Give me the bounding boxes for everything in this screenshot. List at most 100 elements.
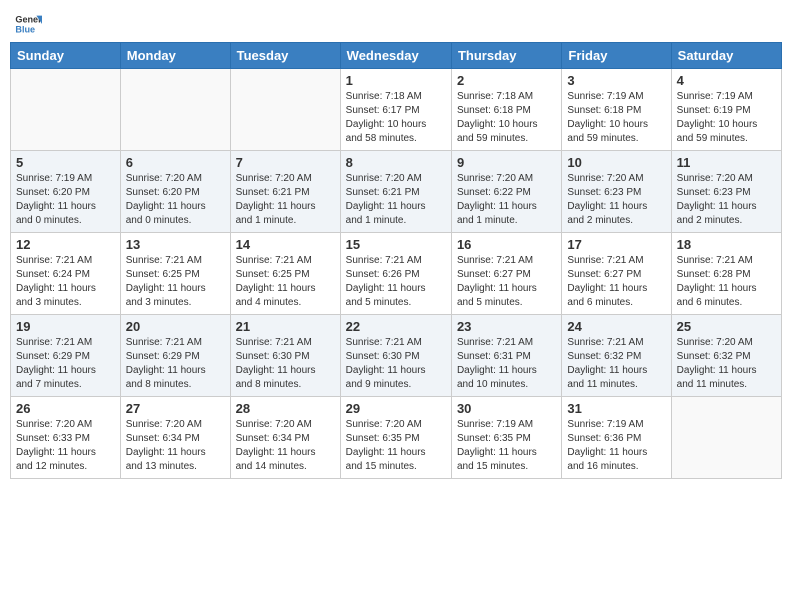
day-info: Sunrise: 7:21 AM Sunset: 6:25 PM Dayligh… (126, 254, 225, 310)
calendar-cell: 10 Sunrise: 7:20 AM Sunset: 6:23 PM Dayli… (562, 151, 671, 233)
calendar-cell: 31Sunrise: 7:19 AM Sunset: 6:36 PM Dayli… (562, 397, 671, 479)
day-info: Sunrise: 7:19 AM Sunset: 6:18 PM Dayligh… (567, 90, 665, 146)
day-number: 21 (236, 319, 335, 334)
day-info: Sunrise: 7:21 AM Sunset: 6:28 PM Dayligh… (677, 254, 776, 310)
day-info: Sunrise: 7:21 AM Sunset: 6:29 PM Dayligh… (16, 336, 115, 392)
calendar-week-row: 5 Sunrise: 7:19 AM Sunset: 6:20 PM Daylig… (11, 151, 782, 233)
day-number: 26 (16, 401, 115, 416)
calendar-cell: 30Sunrise: 7:19 AM Sunset: 6:35 PM Dayli… (451, 397, 561, 479)
day-number: 20 (126, 319, 225, 334)
day-info: Sunrise: 7:18 AM Sunset: 6:18 PM Dayligh… (457, 90, 556, 146)
day-number: 6 (126, 155, 225, 170)
day-of-week-header: Thursday (451, 43, 561, 69)
calendar-table: SundayMondayTuesdayWednesdayThursdayFrid… (10, 42, 782, 479)
calendar-cell: 27 Sunrise: 7:20 AM Sunset: 6:34 PM Dayli… (120, 397, 230, 479)
day-info: Sunrise: 7:21 AM Sunset: 6:32 PM Dayligh… (567, 336, 665, 392)
day-info: Sunrise: 7:20 AM Sunset: 6:21 PM Dayligh… (236, 172, 335, 228)
calendar-cell: 18 Sunrise: 7:21 AM Sunset: 6:28 PM Dayli… (671, 233, 781, 315)
calendar-cell: 9 Sunrise: 7:20 AM Sunset: 6:22 PM Daylig… (451, 151, 561, 233)
day-number: 4 (677, 73, 776, 88)
day-number: 11 (677, 155, 776, 170)
calendar-cell: 25Sunrise: 7:20 AM Sunset: 6:32 PM Dayli… (671, 315, 781, 397)
day-of-week-header: Friday (562, 43, 671, 69)
calendar-cell: 28 Sunrise: 7:20 AM Sunset: 6:34 PM Dayli… (230, 397, 340, 479)
calendar-cell: 11 Sunrise: 7:20 AM Sunset: 6:23 PM Dayli… (671, 151, 781, 233)
day-info: Sunrise: 7:19 AM Sunset: 6:19 PM Dayligh… (677, 90, 776, 146)
day-number: 29 (346, 401, 446, 416)
day-info: Sunrise: 7:20 AM Sunset: 6:23 PM Dayligh… (567, 172, 665, 228)
calendar-cell: 24 Sunrise: 7:21 AM Sunset: 6:32 PM Dayli… (562, 315, 671, 397)
calendar-cell: 19 Sunrise: 7:21 AM Sunset: 6:29 PM Dayli… (11, 315, 121, 397)
day-info: Sunrise: 7:21 AM Sunset: 6:26 PM Dayligh… (346, 254, 446, 310)
day-number: 27 (126, 401, 225, 416)
day-number: 10 (567, 155, 665, 170)
svg-text:Blue: Blue (15, 24, 35, 34)
calendar-cell (11, 69, 121, 151)
day-info: Sunrise: 7:21 AM Sunset: 6:27 PM Dayligh… (567, 254, 665, 310)
day-of-week-header: Tuesday (230, 43, 340, 69)
day-of-week-header: Saturday (671, 43, 781, 69)
calendar-week-row: 1Sunrise: 7:18 AM Sunset: 6:17 PM Daylig… (11, 69, 782, 151)
calendar-cell: 1Sunrise: 7:18 AM Sunset: 6:17 PM Daylig… (340, 69, 451, 151)
calendar-cell: 2 Sunrise: 7:18 AM Sunset: 6:18 PM Daylig… (451, 69, 561, 151)
day-number: 13 (126, 237, 225, 252)
calendar-cell (671, 397, 781, 479)
day-info: Sunrise: 7:20 AM Sunset: 6:34 PM Dayligh… (236, 418, 335, 474)
day-info: Sunrise: 7:21 AM Sunset: 6:30 PM Dayligh… (236, 336, 335, 392)
day-number: 5 (16, 155, 115, 170)
day-number: 28 (236, 401, 335, 416)
logo: General Blue (14, 10, 42, 38)
day-number: 7 (236, 155, 335, 170)
day-number: 16 (457, 237, 556, 252)
day-number: 12 (16, 237, 115, 252)
day-info: Sunrise: 7:21 AM Sunset: 6:25 PM Dayligh… (236, 254, 335, 310)
day-info: Sunrise: 7:21 AM Sunset: 6:31 PM Dayligh… (457, 336, 556, 392)
day-info: Sunrise: 7:20 AM Sunset: 6:32 PM Dayligh… (677, 336, 776, 392)
calendar-header-row: SundayMondayTuesdayWednesdayThursdayFrid… (11, 43, 782, 69)
calendar-cell: 29Sunrise: 7:20 AM Sunset: 6:35 PM Dayli… (340, 397, 451, 479)
calendar-week-row: 12 Sunrise: 7:21 AM Sunset: 6:24 PM Dayli… (11, 233, 782, 315)
day-number: 9 (457, 155, 556, 170)
day-info: Sunrise: 7:21 AM Sunset: 6:24 PM Dayligh… (16, 254, 115, 310)
day-number: 23 (457, 319, 556, 334)
day-number: 8 (346, 155, 446, 170)
calendar-cell: 16 Sunrise: 7:21 AM Sunset: 6:27 PM Dayli… (451, 233, 561, 315)
page-header: General Blue (10, 10, 782, 38)
day-number: 18 (677, 237, 776, 252)
day-info: Sunrise: 7:20 AM Sunset: 6:20 PM Dayligh… (126, 172, 225, 228)
day-number: 24 (567, 319, 665, 334)
day-info: Sunrise: 7:19 AM Sunset: 6:35 PM Dayligh… (457, 418, 556, 474)
calendar-week-row: 19 Sunrise: 7:21 AM Sunset: 6:29 PM Dayli… (11, 315, 782, 397)
day-info: Sunrise: 7:20 AM Sunset: 6:23 PM Dayligh… (677, 172, 776, 228)
calendar-cell: 12 Sunrise: 7:21 AM Sunset: 6:24 PM Dayli… (11, 233, 121, 315)
calendar-cell: 5 Sunrise: 7:19 AM Sunset: 6:20 PM Daylig… (11, 151, 121, 233)
calendar-cell: 6 Sunrise: 7:20 AM Sunset: 6:20 PM Daylig… (120, 151, 230, 233)
calendar-cell: 23 Sunrise: 7:21 AM Sunset: 6:31 PM Dayli… (451, 315, 561, 397)
day-info: Sunrise: 7:21 AM Sunset: 6:29 PM Dayligh… (126, 336, 225, 392)
day-info: Sunrise: 7:19 AM Sunset: 6:20 PM Dayligh… (16, 172, 115, 228)
day-info: Sunrise: 7:18 AM Sunset: 6:17 PM Dayligh… (346, 90, 446, 146)
day-info: Sunrise: 7:20 AM Sunset: 6:21 PM Dayligh… (346, 172, 446, 228)
day-of-week-header: Monday (120, 43, 230, 69)
day-info: Sunrise: 7:21 AM Sunset: 6:27 PM Dayligh… (457, 254, 556, 310)
day-number: 31 (567, 401, 665, 416)
day-number: 17 (567, 237, 665, 252)
calendar-cell (120, 69, 230, 151)
calendar-cell: 21 Sunrise: 7:21 AM Sunset: 6:30 PM Dayli… (230, 315, 340, 397)
day-info: Sunrise: 7:20 AM Sunset: 6:33 PM Dayligh… (16, 418, 115, 474)
calendar-cell: 14 Sunrise: 7:21 AM Sunset: 6:25 PM Dayli… (230, 233, 340, 315)
calendar-cell: 20 Sunrise: 7:21 AM Sunset: 6:29 PM Dayli… (120, 315, 230, 397)
day-number: 19 (16, 319, 115, 334)
day-info: Sunrise: 7:20 AM Sunset: 6:34 PM Dayligh… (126, 418, 225, 474)
calendar-cell: 4 Sunrise: 7:19 AM Sunset: 6:19 PM Daylig… (671, 69, 781, 151)
day-number: 22 (346, 319, 446, 334)
calendar-cell: 13 Sunrise: 7:21 AM Sunset: 6:25 PM Dayli… (120, 233, 230, 315)
day-number: 2 (457, 73, 556, 88)
day-number: 14 (236, 237, 335, 252)
calendar-cell: 26 Sunrise: 7:20 AM Sunset: 6:33 PM Dayli… (11, 397, 121, 479)
day-info: Sunrise: 7:20 AM Sunset: 6:22 PM Dayligh… (457, 172, 556, 228)
calendar-cell: 15 Sunrise: 7:21 AM Sunset: 6:26 PM Dayli… (340, 233, 451, 315)
calendar-cell: 22Sunrise: 7:21 AM Sunset: 6:30 PM Dayli… (340, 315, 451, 397)
day-number: 15 (346, 237, 446, 252)
calendar-cell (230, 69, 340, 151)
